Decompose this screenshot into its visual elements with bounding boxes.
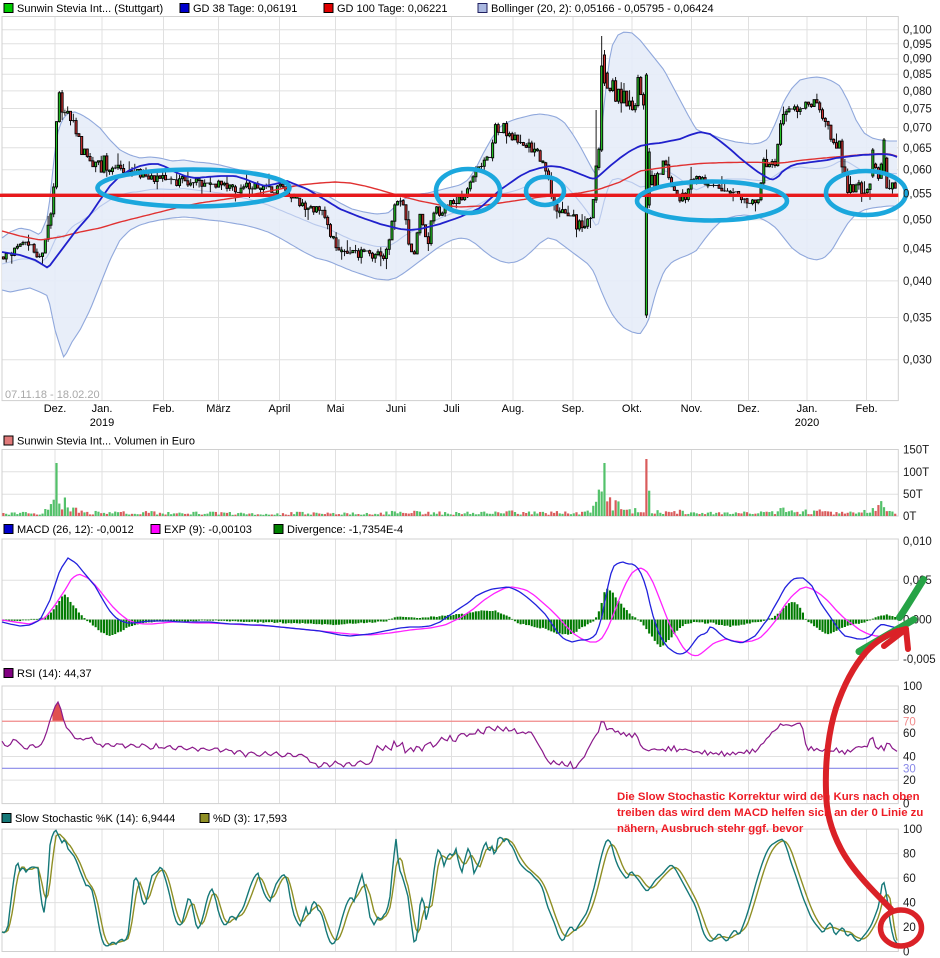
svg-text:Jan.: Jan. — [797, 403, 818, 415]
svg-text:0,090: 0,090 — [903, 54, 932, 66]
svg-text:0,035: 0,035 — [903, 313, 932, 325]
svg-text:0,055: 0,055 — [903, 189, 932, 201]
svg-text:2020: 2020 — [795, 417, 819, 429]
svg-text:20: 20 — [903, 922, 916, 934]
svg-text:0,040: 0,040 — [903, 276, 932, 288]
svg-text:0,060: 0,060 — [903, 165, 932, 177]
svg-text:MACD (26, 12): -0,0012: MACD (26, 12): -0,0012 — [17, 524, 134, 536]
svg-text:80: 80 — [903, 705, 916, 717]
svg-text:%D (3): 17,593: %D (3): 17,593 — [213, 813, 287, 825]
svg-text:Feb.: Feb. — [152, 403, 174, 415]
svg-text:0,085: 0,085 — [903, 69, 932, 81]
svg-text:20: 20 — [903, 775, 916, 787]
svg-text:0,075: 0,075 — [903, 104, 932, 116]
svg-text:Mai: Mai — [327, 403, 345, 415]
svg-text:0,070: 0,070 — [903, 123, 932, 135]
svg-text:60: 60 — [903, 873, 916, 885]
svg-text:Nov.: Nov. — [681, 403, 703, 415]
svg-text:Sunwin Stevia Int... Volumen i: Sunwin Stevia Int... Volumen in Euro — [17, 436, 195, 448]
svg-text:Dez.: Dez. — [44, 403, 67, 415]
svg-text:Feb.: Feb. — [855, 403, 877, 415]
svg-text:GD 100 Tage: 0,06221: GD 100 Tage: 0,06221 — [337, 3, 448, 15]
svg-text:150T: 150T — [903, 445, 929, 457]
svg-text:Aug.: Aug. — [502, 403, 525, 415]
svg-text:80: 80 — [903, 849, 916, 861]
svg-text:Jan.: Jan. — [92, 403, 113, 415]
svg-text:100T: 100T — [903, 467, 929, 479]
svg-text:70: 70 — [903, 716, 916, 728]
svg-text:RSI (14): 44,37: RSI (14): 44,37 — [17, 668, 92, 680]
svg-text:0T: 0T — [903, 511, 916, 523]
svg-text:0,095: 0,095 — [903, 39, 932, 51]
svg-text:Juli: Juli — [443, 403, 460, 415]
svg-text:Bollinger (20, 2): 0,05166 - 0: Bollinger (20, 2): 0,05166 - 0,05795 - 0… — [491, 3, 714, 15]
svg-text:Die Slow Stochastic Korrektur: Die Slow Stochastic Korrektur wird den K… — [617, 791, 920, 803]
svg-text:0,080: 0,080 — [903, 86, 932, 98]
svg-text:nähern, Ausbruch stehr ggf. be: nähern, Ausbruch stehr ggf. bevor — [617, 823, 804, 835]
svg-text:0,065: 0,065 — [903, 143, 932, 155]
svg-text:treiben das wird dem MACD helf: treiben das wird dem MACD helfen sich an… — [617, 807, 923, 819]
svg-text:0,050: 0,050 — [903, 215, 932, 227]
svg-text:0,030: 0,030 — [903, 355, 932, 367]
svg-text:Juni: Juni — [386, 403, 406, 415]
svg-text:Slow Stochastic %K (14): 6,944: Slow Stochastic %K (14): 6,9444 — [15, 813, 175, 825]
svg-text:0,045: 0,045 — [903, 244, 932, 256]
svg-text:30: 30 — [903, 763, 916, 775]
svg-text:-0,005: -0,005 — [903, 654, 936, 666]
svg-text:0,100: 0,100 — [903, 25, 932, 37]
svg-text:Okt.: Okt. — [622, 403, 642, 415]
svg-text:EXP (9): -0,00103: EXP (9): -0,00103 — [164, 524, 252, 536]
svg-text:Divergence: -1,7354E-4: Divergence: -1,7354E-4 — [287, 524, 403, 536]
svg-text:2019: 2019 — [90, 417, 114, 429]
svg-text:60: 60 — [903, 728, 916, 740]
svg-text:100: 100 — [903, 681, 922, 693]
svg-text:50T: 50T — [903, 489, 923, 501]
svg-text:100: 100 — [903, 824, 922, 836]
svg-text:April: April — [268, 403, 290, 415]
svg-text:Sunwin Stevia Int... (Stuttgar: Sunwin Stevia Int... (Stuttgart) — [17, 3, 163, 15]
svg-text:07.11.18 - 18.02.20: 07.11.18 - 18.02.20 — [5, 389, 100, 401]
svg-text:Sep.: Sep. — [562, 403, 585, 415]
svg-text:Dez.: Dez. — [737, 403, 760, 415]
svg-text:GD 38 Tage: 0,06191: GD 38 Tage: 0,06191 — [193, 3, 297, 15]
svg-text:0,010: 0,010 — [903, 536, 932, 548]
svg-text:40: 40 — [903, 752, 916, 764]
svg-text:März: März — [206, 403, 230, 415]
